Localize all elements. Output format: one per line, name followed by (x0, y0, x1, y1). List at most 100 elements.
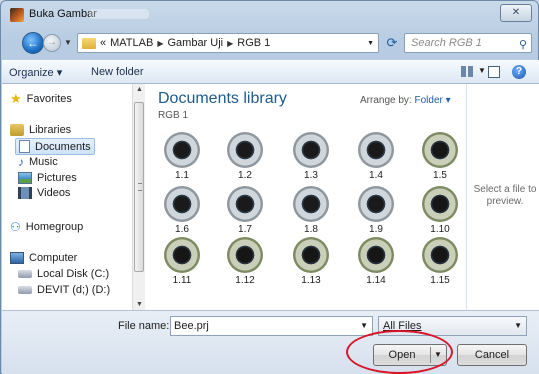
scroll-down-icon[interactable]: ▼ (136, 301, 143, 308)
scroll-thumb[interactable] (134, 102, 144, 272)
title-bar[interactable]: Buka Gambar ✕ (1, 1, 538, 29)
file-name-dropdown-icon[interactable]: ▼ (360, 317, 368, 335)
file-item[interactable]: 1.10 (417, 186, 463, 240)
arrange-value[interactable]: Folder ▾ (414, 95, 450, 106)
file-name: 1.6 (175, 224, 189, 235)
file-item[interactable]: 1.8 (288, 186, 334, 240)
nav-local-disk[interactable]: Local Disk (C:) (18, 268, 109, 280)
breadcrumb-gambar-uji[interactable]: Gambar Uji (167, 37, 223, 49)
open-dropdown-icon[interactable]: ▼ (434, 345, 442, 365)
back-button[interactable]: ← (22, 32, 44, 54)
image-thumbnail-icon (164, 132, 200, 168)
image-thumbnail-icon (164, 186, 200, 222)
file-type-value: All Files (383, 320, 422, 332)
nav-computer-label: Computer (29, 252, 78, 264)
file-type-select[interactable]: All Files ▼ (378, 316, 527, 336)
nav-documents-label: Documents (35, 140, 91, 153)
file-item[interactable]: 1.11 (159, 237, 205, 291)
file-item[interactable]: 1.13 (288, 237, 334, 291)
image-thumbnail-icon (358, 237, 394, 273)
cancel-label: Cancel (474, 349, 510, 361)
address-bar[interactable]: « MATLAB ▶ Gambar Uji ▶ RGB 1 ▼ (77, 33, 379, 53)
breadcrumb-rgb1[interactable]: RGB 1 (237, 37, 270, 49)
drive-icon (18, 286, 32, 294)
file-item[interactable]: 1.9 (353, 186, 399, 240)
file-item[interactable]: 1.3 (288, 132, 334, 186)
nav-homegroup[interactable]: ⚇ Homegroup (10, 221, 83, 233)
refresh-icon: ⟳ (386, 35, 398, 50)
new-folder-button[interactable]: New folder (91, 66, 144, 78)
breadcrumb-separator-icon[interactable]: ▶ (157, 39, 163, 48)
file-name: 1.14 (366, 275, 386, 286)
file-name-input[interactable]: Bee.prj ▼ (170, 316, 373, 336)
nav-libraries[interactable]: Libraries (10, 124, 71, 136)
nav-homegroup-label: Homegroup (25, 221, 84, 233)
image-thumbnail-icon (227, 132, 263, 168)
cancel-button[interactable]: Cancel (457, 344, 527, 366)
command-toolbar: Organize ▾ New folder ▼ ? (2, 60, 539, 84)
file-type-dropdown-icon[interactable]: ▼ (514, 317, 522, 335)
file-item[interactable]: 1.1 (159, 132, 205, 186)
file-item[interactable]: 1.14 (353, 237, 399, 291)
folder-icon (82, 37, 96, 49)
nav-computer[interactable]: Computer (10, 252, 77, 264)
help-icon[interactable]: ? (512, 65, 526, 79)
scroll-up-icon[interactable]: ▲ (136, 86, 143, 93)
back-arrow-icon: ← (27, 36, 39, 50)
nav-scrollbar[interactable]: ▲ ▼ (132, 84, 145, 310)
nav-devit-drive[interactable]: DEVIT (d;) (D:) (18, 284, 110, 296)
image-thumbnail-icon (422, 237, 458, 273)
nav-favorites[interactable]: ★ Favorites (10, 92, 72, 105)
file-name: 1.2 (238, 170, 252, 181)
view-dropdown-icon[interactable]: ▼ (478, 66, 486, 75)
arrange-label: Arrange by: (360, 95, 412, 106)
file-item[interactable]: 1.6 (159, 186, 205, 240)
breadcrumb-overflow[interactable]: « (100, 37, 106, 49)
breadcrumb-separator-icon[interactable]: ▶ (227, 39, 233, 48)
file-name: 1.7 (238, 224, 252, 235)
preview-pane: Select a file to preview. (466, 84, 539, 310)
file-name: 1.9 (369, 224, 383, 235)
file-item[interactable]: 1.15 (417, 237, 463, 291)
image-thumbnail-icon (293, 237, 329, 273)
file-item[interactable]: 1.7 (222, 186, 268, 240)
change-view-icon[interactable] (461, 66, 473, 77)
close-button[interactable]: ✕ (500, 4, 532, 22)
matlab-app-icon (10, 8, 24, 22)
organize-button[interactable]: Organize ▾ (9, 66, 62, 79)
forward-button[interactable]: → (43, 34, 61, 52)
pictures-icon (18, 172, 32, 184)
search-icon[interactable]: ⚲ (519, 36, 527, 54)
address-dropdown-icon[interactable]: ▼ (367, 40, 374, 47)
nav-videos[interactable]: Videos (18, 187, 70, 199)
dialog-footer: File name: Bee.prj ▼ All Files ▼ Open ▼ … (2, 310, 539, 374)
content-area: ★ Favorites Libraries Documents ♪ Music … (2, 84, 539, 310)
file-name: 1.12 (235, 275, 255, 286)
file-item[interactable]: 1.4 (353, 132, 399, 186)
preview-pane-icon[interactable] (488, 66, 500, 78)
open-button[interactable]: Open ▼ (373, 344, 447, 366)
search-input[interactable]: Search RGB 1 ⚲ (404, 33, 532, 53)
arrange-by[interactable]: Arrange by: Folder ▾ (360, 95, 451, 106)
nav-music[interactable]: ♪ Music (18, 156, 58, 168)
file-name: 1.5 (433, 170, 447, 181)
file-item[interactable]: 1.2 (222, 132, 268, 186)
preview-message: Select a file to preview. (473, 184, 537, 207)
file-name-label: File name: (118, 320, 170, 332)
image-thumbnail-icon (293, 132, 329, 168)
window-title: Buka Gambar (29, 8, 97, 20)
nav-devit-label: DEVIT (d;) (D:) (37, 284, 111, 296)
file-item[interactable]: 1.12 (222, 237, 268, 291)
file-name: 1.4 (369, 170, 383, 181)
file-item[interactable]: 1.5 (417, 132, 463, 186)
title-blur (89, 9, 149, 19)
nav-documents[interactable]: Documents (15, 138, 95, 155)
nav-pictures[interactable]: Pictures (18, 172, 77, 184)
refresh-button[interactable]: ⟳ (382, 33, 402, 53)
file-name: 1.11 (172, 275, 192, 286)
library-title: Documents library (158, 90, 287, 107)
close-icon: ✕ (511, 7, 521, 18)
breadcrumb-matlab[interactable]: MATLAB (110, 37, 153, 49)
file-name-value: Bee.prj (174, 320, 209, 332)
recent-pages-dropdown[interactable]: ▼ (64, 38, 72, 47)
